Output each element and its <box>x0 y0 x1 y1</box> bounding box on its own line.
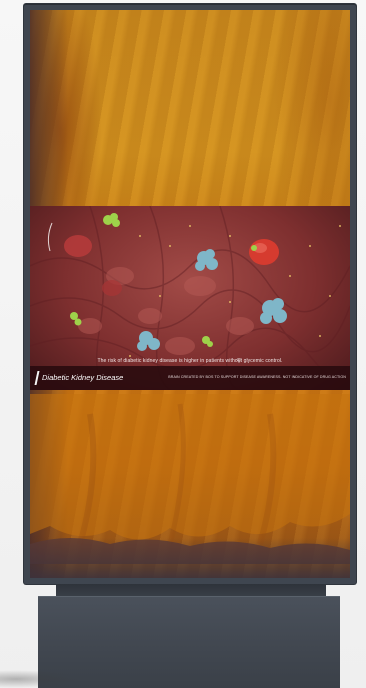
video-info-bar: Diabetic Kidney Disease BRAIN CREATED BY… <box>30 366 350 390</box>
kiosk-screen: The risk of diabetic kidney disease is h… <box>30 10 350 578</box>
kiosk-display-bezel: The risk of diabetic kidney disease is h… <box>24 4 356 584</box>
video-caption: The risk of diabetic kidney disease is h… <box>97 358 283 364</box>
video-disclaimer: BRAIN CREATED BY BOS TO SUPPORT DISEASE … <box>168 375 346 379</box>
fabric-bottom-shadow <box>30 538 350 578</box>
kiosk-stand-base <box>38 596 340 688</box>
kiosk-scene: The risk of diabetic kidney disease is h… <box>0 0 366 688</box>
wifi-icon <box>236 358 242 363</box>
video-title: Diabetic Kidney Disease <box>42 373 124 382</box>
arc-icon <box>47 222 53 252</box>
title-accent-mark <box>34 371 40 385</box>
floor-shadow <box>0 670 80 688</box>
embedded-video-panel: The risk of diabetic kidney disease is h… <box>30 206 350 390</box>
